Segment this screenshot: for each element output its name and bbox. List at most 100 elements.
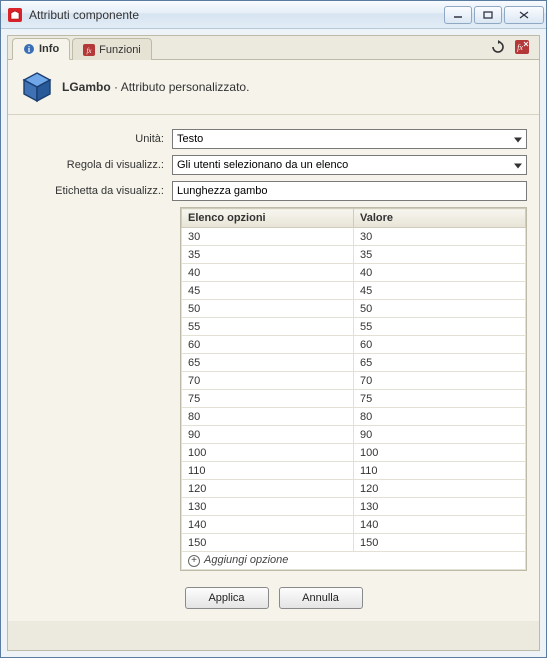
- attribute-name: LGambo: [62, 80, 111, 94]
- value-cell[interactable]: 140: [354, 516, 526, 534]
- option-cell[interactable]: 30: [182, 228, 354, 246]
- col-header-options[interactable]: Elenco opzioni: [182, 209, 354, 228]
- attribute-header: LGambo · Attributo personalizzato.: [8, 60, 539, 115]
- value-cell[interactable]: 120: [354, 480, 526, 498]
- plus-icon: +: [188, 555, 200, 567]
- clear-fx-button[interactable]: fx: [513, 38, 531, 56]
- value-cell[interactable]: 50: [354, 300, 526, 318]
- option-cell[interactable]: 35: [182, 246, 354, 264]
- display-label-input[interactable]: Lunghezza gambo: [172, 181, 527, 201]
- value-cell[interactable]: 70: [354, 372, 526, 390]
- col-header-value[interactable]: Valore: [354, 209, 526, 228]
- value-cell[interactable]: 45: [354, 282, 526, 300]
- value-cell[interactable]: 55: [354, 318, 526, 336]
- add-option-row[interactable]: +Aggiungi opzione: [182, 552, 526, 570]
- option-cell[interactable]: 100: [182, 444, 354, 462]
- table-row[interactable]: 5050: [182, 300, 526, 318]
- panel: i Info fx Funzioni: [7, 35, 540, 651]
- attribute-sep: ·: [111, 80, 121, 94]
- table-row[interactable]: 130130: [182, 498, 526, 516]
- option-cell[interactable]: 90: [182, 426, 354, 444]
- units-select[interactable]: Testo: [172, 129, 527, 149]
- tab-info[interactable]: i Info: [12, 38, 70, 60]
- attribute-title: LGambo · Attributo personalizzato.: [62, 80, 249, 94]
- titlebar[interactable]: Attributi componente: [1, 1, 546, 29]
- table-row[interactable]: 3030: [182, 228, 526, 246]
- option-cell[interactable]: 75: [182, 390, 354, 408]
- refresh-icon: [490, 39, 506, 55]
- option-cell[interactable]: 60: [182, 336, 354, 354]
- option-cell[interactable]: 120: [182, 480, 354, 498]
- value-cell[interactable]: 110: [354, 462, 526, 480]
- apply-button[interactable]: Applica: [185, 587, 269, 609]
- cancel-label: Annulla: [302, 592, 339, 604]
- table-row[interactable]: 3535: [182, 246, 526, 264]
- maximize-icon: [483, 11, 493, 19]
- value-cell[interactable]: 30: [354, 228, 526, 246]
- apply-label: Applica: [208, 592, 244, 604]
- table-row[interactable]: 5555: [182, 318, 526, 336]
- table-row[interactable]: 4040: [182, 264, 526, 282]
- close-icon: [519, 11, 529, 19]
- option-cell[interactable]: 110: [182, 462, 354, 480]
- minimize-button[interactable]: [444, 6, 472, 24]
- table-row[interactable]: 6060: [182, 336, 526, 354]
- window-controls: [442, 6, 544, 24]
- option-cell[interactable]: 40: [182, 264, 354, 282]
- option-cell[interactable]: 140: [182, 516, 354, 534]
- display-rule-select[interactable]: Gli utenti selezionano da un elenco: [172, 155, 527, 175]
- option-cell[interactable]: 65: [182, 354, 354, 372]
- value-cell[interactable]: 65: [354, 354, 526, 372]
- value-cell[interactable]: 130: [354, 498, 526, 516]
- table-row[interactable]: 150150: [182, 534, 526, 552]
- table-row[interactable]: 7575: [182, 390, 526, 408]
- component-icon: [20, 70, 54, 104]
- tab-functions[interactable]: fx Funzioni: [72, 38, 152, 60]
- value-cell[interactable]: 80: [354, 408, 526, 426]
- window-title: Attributi componente: [29, 8, 442, 22]
- close-button[interactable]: [504, 6, 544, 24]
- option-cell[interactable]: 50: [182, 300, 354, 318]
- tab-functions-label: Funzioni: [99, 44, 141, 56]
- table-row[interactable]: 7070: [182, 372, 526, 390]
- table-row[interactable]: 140140: [182, 516, 526, 534]
- maximize-button[interactable]: [474, 6, 502, 24]
- value-cell[interactable]: 90: [354, 426, 526, 444]
- option-cell[interactable]: 130: [182, 498, 354, 516]
- table-row[interactable]: 6565: [182, 354, 526, 372]
- table-row[interactable]: 4545: [182, 282, 526, 300]
- option-cell[interactable]: 70: [182, 372, 354, 390]
- clear-fx-icon: fx: [514, 39, 530, 55]
- minimize-icon: [453, 11, 463, 19]
- attribute-desc: Attributo personalizzato.: [121, 80, 250, 94]
- tab-info-label: Info: [39, 43, 59, 55]
- value-cell[interactable]: 40: [354, 264, 526, 282]
- display-label-value: Lunghezza gambo: [177, 185, 268, 197]
- option-cell[interactable]: 80: [182, 408, 354, 426]
- value-cell[interactable]: 100: [354, 444, 526, 462]
- fx-icon: fx: [83, 44, 95, 56]
- window-frame: Attributi componente i Info fx Fun: [0, 0, 547, 658]
- value-cell[interactable]: 150: [354, 534, 526, 552]
- units-label: Unità:: [20, 133, 172, 145]
- table-row[interactable]: 9090: [182, 426, 526, 444]
- table-row[interactable]: 100100: [182, 444, 526, 462]
- display-rule-label: Regola di visualizz.:: [20, 159, 172, 171]
- options-table: Elenco opzioni Valore 303035354040454550…: [180, 207, 527, 571]
- value-cell[interactable]: 60: [354, 336, 526, 354]
- table-row[interactable]: 110110: [182, 462, 526, 480]
- units-value: Testo: [177, 133, 203, 145]
- refresh-button[interactable]: [489, 38, 507, 56]
- table-row[interactable]: 120120: [182, 480, 526, 498]
- value-cell[interactable]: 75: [354, 390, 526, 408]
- tabs-row: i Info fx Funzioni: [8, 36, 539, 60]
- info-icon: i: [23, 43, 35, 55]
- option-cell[interactable]: 150: [182, 534, 354, 552]
- option-cell[interactable]: 55: [182, 318, 354, 336]
- app-icon: [7, 7, 23, 23]
- option-cell[interactable]: 45: [182, 282, 354, 300]
- svg-text:fx: fx: [87, 47, 93, 55]
- table-row[interactable]: 8080: [182, 408, 526, 426]
- value-cell[interactable]: 35: [354, 246, 526, 264]
- cancel-button[interactable]: Annulla: [279, 587, 363, 609]
